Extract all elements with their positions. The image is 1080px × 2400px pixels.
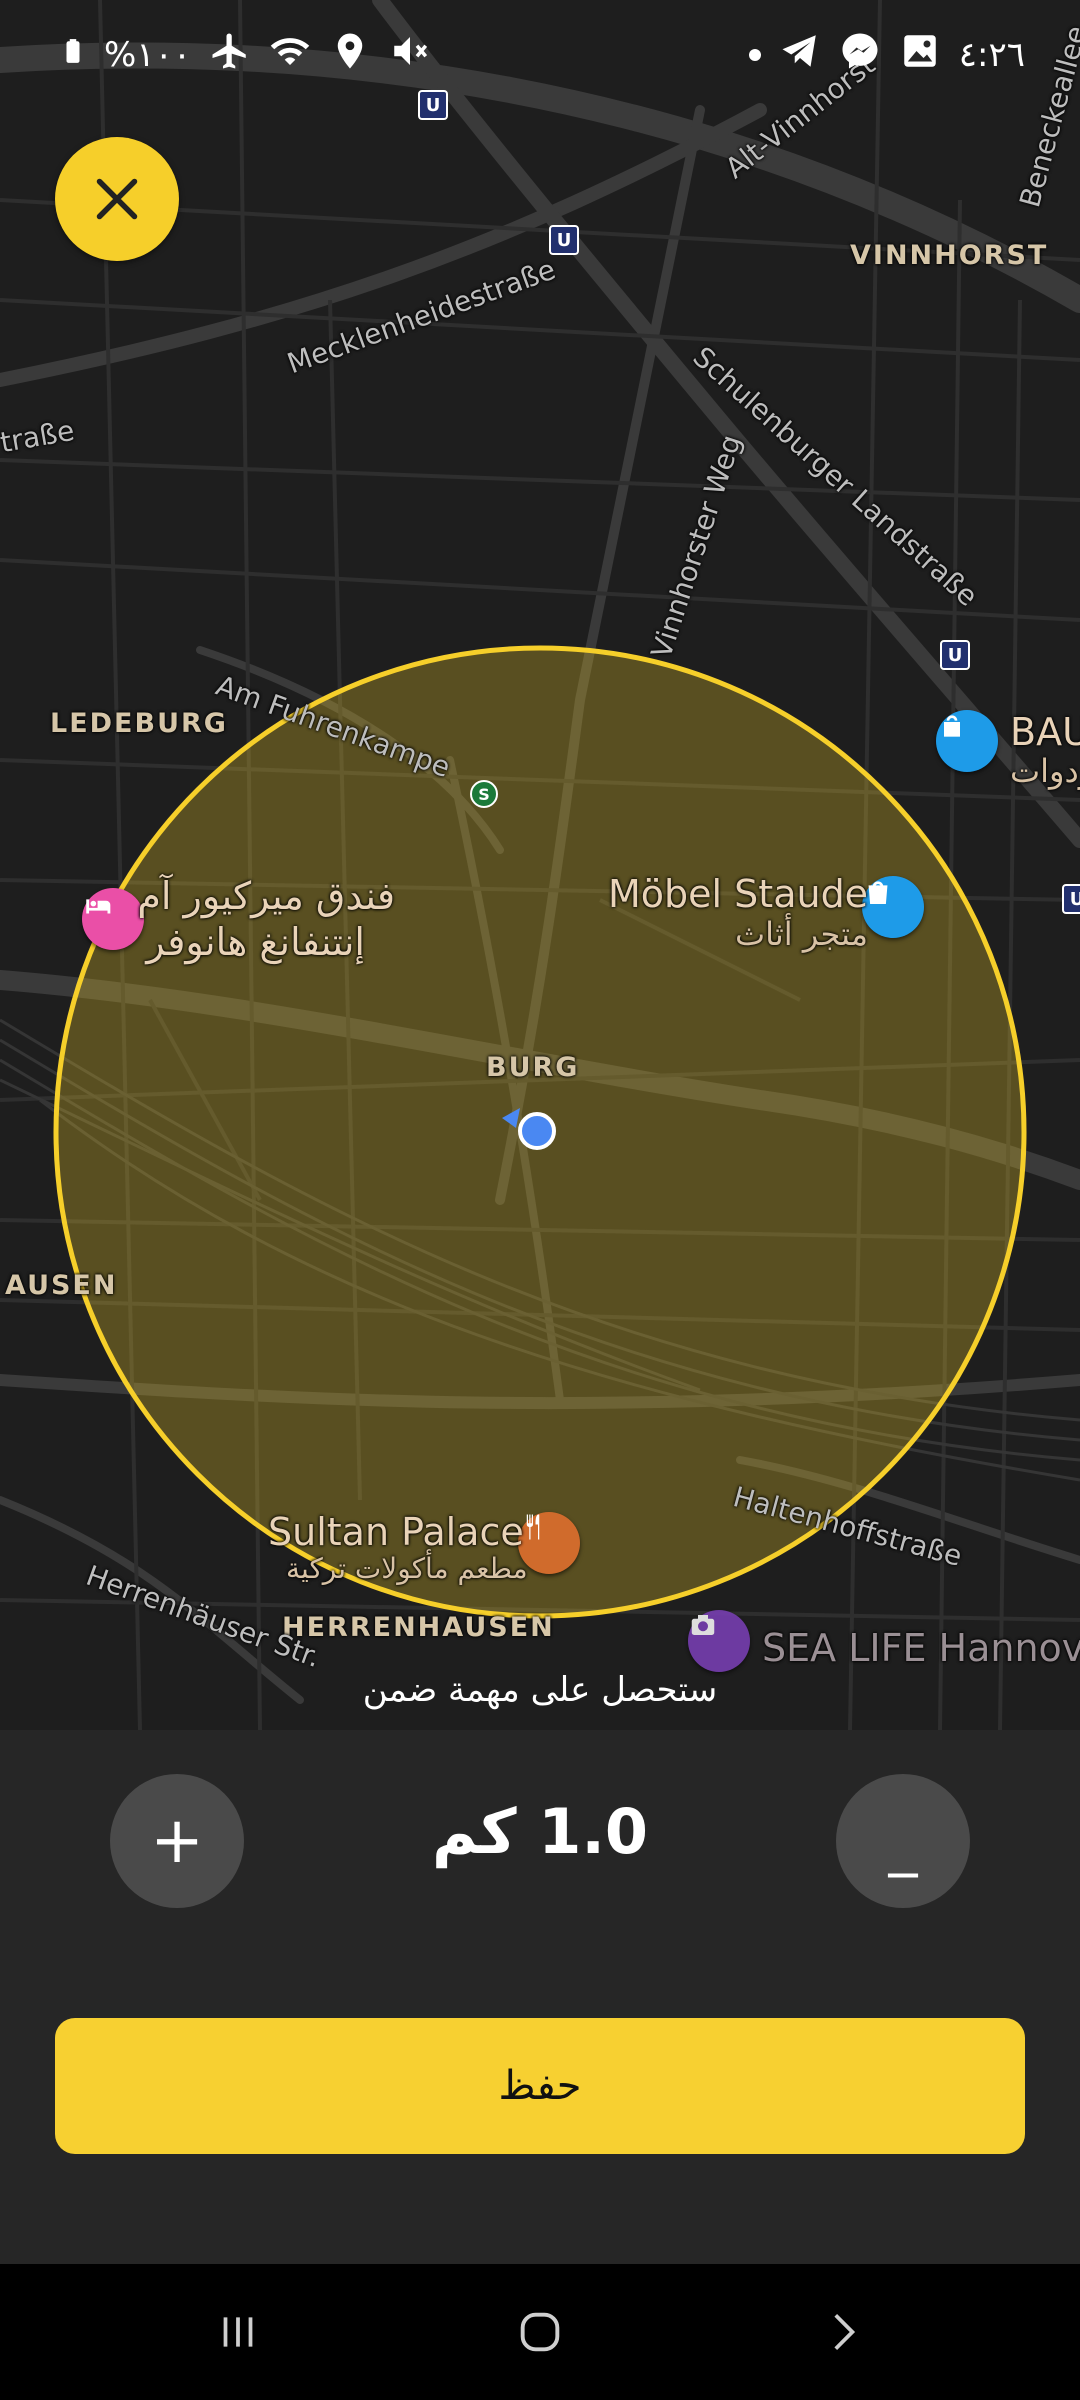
decrease-radius-button[interactable]: _ bbox=[836, 1774, 970, 1908]
u-bahn-marker[interactable]: U bbox=[1062, 884, 1080, 914]
user-location-dot bbox=[518, 1112, 556, 1150]
clock: ٤:٢٦ bbox=[958, 35, 1025, 75]
s-bahn-marker[interactable]: S bbox=[470, 780, 498, 808]
telegram-icon bbox=[779, 30, 821, 81]
map-view[interactable]: VINNHORST LEDEBURG BURG AUSEN HERRENHAUS… bbox=[0, 0, 1080, 1730]
save-button[interactable]: حفظ bbox=[55, 2018, 1025, 2154]
shopping-bag-pin-icon[interactable] bbox=[936, 710, 998, 772]
home-button[interactable] bbox=[480, 2264, 600, 2400]
u-bahn-marker[interactable]: U bbox=[549, 225, 579, 255]
district-burg: BURG bbox=[486, 1052, 580, 1083]
sultan-sub: مطعم مأكولات تركية bbox=[286, 1552, 528, 1585]
status-right: ٤:٢٦ bbox=[748, 30, 1025, 81]
radius-hint: ستحصل على مهمة ضمن bbox=[362, 1670, 718, 1710]
system-nav-bar bbox=[0, 2264, 1080, 2400]
recents-icon bbox=[223, 2317, 253, 2347]
radius-number: 1.0 bbox=[538, 1795, 649, 1868]
minus-label: _ bbox=[888, 1810, 918, 1878]
hotel-name-line1: فندق ميركيور آم bbox=[137, 874, 395, 918]
radius-value: 1.0 كم bbox=[340, 1795, 740, 1868]
u-bahn-marker[interactable]: U bbox=[940, 640, 970, 670]
back-button[interactable] bbox=[782, 2264, 902, 2400]
increase-radius-button[interactable]: + bbox=[110, 1774, 244, 1908]
district-ledeburg: LEDEBURG bbox=[50, 708, 228, 739]
hotel-name-line2: إنتنفانغ هانوفر bbox=[146, 920, 365, 964]
bau-name: BAU bbox=[1010, 710, 1080, 754]
battery-icon bbox=[60, 31, 86, 80]
bau-sub: ردوات bbox=[1010, 752, 1080, 790]
wifi-icon bbox=[269, 30, 311, 81]
home-icon bbox=[520, 2312, 560, 2352]
close-button[interactable] bbox=[55, 137, 179, 261]
mute-icon bbox=[389, 30, 431, 81]
airplane-icon bbox=[209, 30, 251, 81]
close-icon bbox=[96, 178, 138, 220]
district-hausen: AUSEN bbox=[5, 1270, 118, 1301]
screen: VINNHORST LEDEBURG BURG AUSEN HERRENHAUS… bbox=[0, 0, 1080, 2400]
messenger-icon bbox=[839, 30, 881, 81]
moebel-sub: متجر أثاث bbox=[735, 915, 868, 953]
back-icon bbox=[834, 2314, 856, 2350]
moebel-name: Möbel Staude bbox=[608, 872, 869, 916]
status-left: %١٠٠ bbox=[60, 30, 431, 80]
district-vinnhorst: VINNHORST bbox=[850, 240, 1049, 271]
gallery-icon bbox=[899, 30, 941, 81]
hotel-pin-icon[interactable] bbox=[82, 888, 144, 950]
status-bar: %١٠٠ ٤:٢٦ bbox=[0, 0, 1080, 110]
sultan-name: Sultan Palace bbox=[268, 1510, 524, 1554]
battery-text: %١٠٠ bbox=[104, 35, 192, 75]
sealife-name: SEA LIFE Hannove bbox=[762, 1626, 1080, 1670]
location-icon bbox=[329, 30, 371, 81]
recent-apps-button[interactable] bbox=[178, 2264, 298, 2400]
district-herrenhausen: HERRENHAUSEN bbox=[282, 1612, 555, 1643]
camera-pin-icon[interactable] bbox=[688, 1610, 750, 1672]
shopping-bag-pin-icon[interactable] bbox=[862, 876, 924, 938]
radius-unit: كم bbox=[431, 1795, 517, 1868]
dot-icon bbox=[748, 49, 761, 61]
